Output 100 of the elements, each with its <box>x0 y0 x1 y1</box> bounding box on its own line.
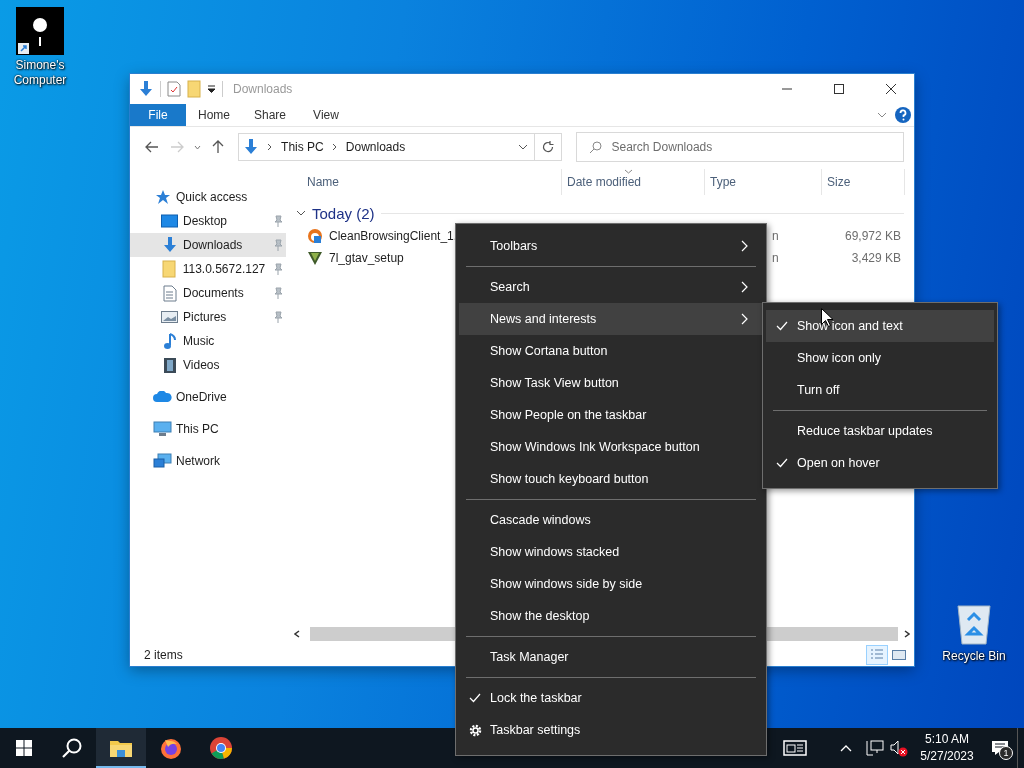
chevron-up-icon <box>840 744 852 752</box>
refresh-button[interactable] <box>534 133 562 161</box>
folder-icon <box>109 738 133 758</box>
menu-item[interactable]: Show windows stacked <box>459 536 763 568</box>
close-icon <box>886 84 896 94</box>
status-text: 2 items <box>144 648 183 662</box>
file-type: n <box>772 251 779 265</box>
ribbon-tab[interactable]: View <box>298 104 354 126</box>
menu-item[interactable]: Show windows side by side <box>459 568 763 600</box>
window-title: Downloads <box>233 82 293 96</box>
download-arrow-icon <box>243 138 260 156</box>
search-icon <box>62 738 82 758</box>
speaker-muted-icon <box>890 739 908 757</box>
menu-item[interactable]: Turn off <box>766 374 994 406</box>
pc-icon <box>153 421 172 437</box>
ribbon-tab[interactable]: Home <box>186 104 242 126</box>
nav-item[interactable]: Downloads <box>130 233 286 257</box>
menu-item[interactable]: Show People on the taskbar <box>459 399 763 431</box>
menu-item[interactable]: Show touch keyboard button <box>459 463 763 495</box>
column-header[interactable]: Size <box>827 175 851 189</box>
checkmark-icon <box>469 693 481 703</box>
ribbon-tab[interactable]: Share <box>242 104 298 126</box>
folder-icon <box>162 260 177 278</box>
expand-ribbon-icon <box>877 112 887 118</box>
document-icon <box>162 284 177 302</box>
v-logo-icon <box>307 250 323 266</box>
search-icon <box>588 140 602 154</box>
file-size: 69,972 KB <box>844 229 901 243</box>
details-view-icon <box>870 649 884 661</box>
file-name[interactable]: CleanBrowsingClient_1. <box>329 229 458 243</box>
chevron-right-icon <box>331 143 338 151</box>
nav-item[interactable]: Quick access <box>130 185 286 209</box>
sort-caret-icon <box>624 169 633 174</box>
menu-item[interactable]: Show Windows Ink Workspace button <box>459 431 763 463</box>
taskbar-app-button[interactable] <box>96 728 146 768</box>
nav-item[interactable]: Network <box>130 449 286 473</box>
chevron-down-icon <box>517 144 528 150</box>
cloud-icon <box>153 391 172 403</box>
clock[interactable]: 5:10 AM 5/27/2023 <box>911 728 983 768</box>
nav-item[interactable]: Music <box>130 329 286 353</box>
nav-item[interactable]: 113.0.5672.127 <box>130 257 286 281</box>
file-menu-tab[interactable]: File <box>130 104 186 126</box>
download-arrow-icon <box>138 80 154 98</box>
maximize-icon <box>834 84 844 94</box>
nav-item[interactable]: This PC <box>130 417 286 441</box>
menu-item[interactable]: Search <box>459 271 763 303</box>
menu-item[interactable]: Show icon and text <box>766 310 994 342</box>
desktop-icon-label[interactable]: Recycle Bin <box>942 649 1006 664</box>
network-icon <box>153 453 172 469</box>
group-header[interactable]: Today (2) <box>312 204 375 222</box>
address-bar[interactable]: This PC Downloads <box>238 133 535 161</box>
menu-item[interactable]: Reduce taskbar updates <box>766 415 994 447</box>
newspaper-icon <box>783 740 807 756</box>
menu-item[interactable]: Show icon only <box>766 342 994 374</box>
settings-icon <box>468 723 482 737</box>
menu-item[interactable]: Cascade windows <box>459 504 763 536</box>
back-arrow-icon <box>145 141 160 153</box>
menu-item[interactable]: Task Manager <box>459 641 763 673</box>
desktop-icon <box>161 214 178 228</box>
menu-item[interactable]: Show the desktop <box>459 600 763 632</box>
file-size: 3,429 KB <box>851 251 901 265</box>
checkmark-icon <box>776 321 788 331</box>
network-monitor-icon <box>866 740 884 756</box>
checkmark-icon <box>776 458 788 468</box>
nav-item[interactable]: Desktop <box>130 209 286 233</box>
up-arrow-icon <box>211 140 224 154</box>
fox-globe-icon <box>159 736 183 760</box>
nav-item[interactable]: Videos <box>130 353 286 377</box>
tiles-view-icon <box>892 649 906 661</box>
menu-item[interactable]: Show Task View button <box>459 367 763 399</box>
help-icon <box>895 107 911 123</box>
column-header[interactable]: Date modified <box>567 175 642 189</box>
menu-item[interactable]: Lock the taskbar <box>459 682 763 714</box>
file-name[interactable]: 7l_gtav_setup <box>329 251 404 265</box>
menu-item[interactable]: Toolbars <box>459 230 763 262</box>
windows-logo-icon <box>16 740 32 756</box>
nav-item[interactable]: OneDrive <box>130 385 286 409</box>
search-field[interactable]: Search Downloads <box>575 132 904 162</box>
new-folder-icon <box>187 80 201 98</box>
menu-item[interactable]: Taskbar settings <box>459 714 763 746</box>
installer-icon <box>307 228 323 244</box>
nav-item[interactable]: Documents <box>130 281 286 305</box>
menu-item[interactable]: Show Cortana button <box>459 335 763 367</box>
pictures-icon <box>161 310 178 324</box>
notifications-button[interactable]: 1 <box>983 728 1017 768</box>
chevron-right-icon <box>267 143 274 151</box>
clock-time: 5:10 AM <box>925 731 969 748</box>
chevron-down-icon <box>194 144 201 150</box>
nav-item[interactable]: Pictures <box>130 305 286 329</box>
breadcrumb[interactable]: Downloads <box>345 140 406 154</box>
column-header[interactable]: Type <box>710 175 736 189</box>
scroll-right-icon <box>904 630 910 638</box>
menu-item[interactable]: News and interests <box>459 303 763 335</box>
column-header[interactable]: Name <box>307 175 339 189</box>
customize-dropdown-icon <box>207 85 216 93</box>
breadcrumb[interactable]: This PC <box>281 140 324 154</box>
menu-item[interactable]: Open on hover <box>766 447 994 479</box>
collapse-chevron-icon <box>296 210 306 216</box>
forward-arrow-icon <box>170 141 185 153</box>
browser-logo-icon <box>209 736 233 760</box>
